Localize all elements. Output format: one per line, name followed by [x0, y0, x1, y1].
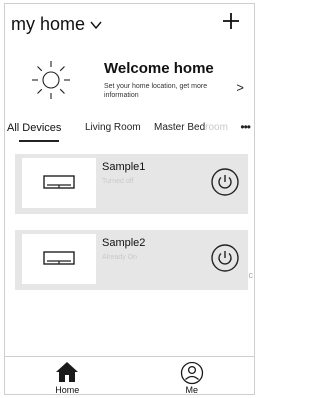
air-conditioner-icon — [43, 251, 75, 265]
device-name: Sample1 — [102, 161, 146, 173]
nav-home[interactable]: Home — [5, 360, 130, 395]
welcome-title: Welcome home — [104, 60, 214, 77]
air-conditioner-icon — [43, 175, 75, 189]
home-icon — [56, 362, 79, 382]
room-tabs: All Devices Living Room Master Bedroom •… — [5, 118, 254, 148]
tab-master-bedroom-label: Master Bed — [154, 122, 206, 133]
power-icon[interactable] — [210, 243, 240, 273]
home-title: my home — [11, 14, 86, 34]
chevron-down-icon — [90, 21, 102, 29]
bottom-nav-divider — [5, 356, 254, 357]
welcome-subtitle: Set your home location, get more informa… — [104, 83, 208, 99]
chevron-right-icon[interactable]: > — [236, 80, 244, 95]
tab-master-bedroom[interactable]: Master Bedroom — [154, 122, 228, 133]
device-name: Sample2 — [102, 237, 146, 249]
tab-active-indicator — [19, 140, 59, 142]
device-status: Already On — [102, 254, 138, 261]
sun-icon — [32, 61, 70, 99]
profile-icon — [180, 361, 203, 385]
tab-living-room[interactable]: Living Room — [85, 122, 141, 133]
tab-all-devices[interactable]: All Devices — [7, 122, 61, 134]
header: my home — [5, 4, 254, 50]
device-status: Turned off — [102, 178, 134, 185]
welcome-banner[interactable]: Welcome home Set your home location, get… — [5, 56, 254, 110]
device-card-sample1[interactable]: Sample1 Turned off — [15, 154, 248, 214]
power-icon[interactable] — [210, 167, 240, 197]
device-thumbnail — [22, 234, 96, 284]
plus-icon[interactable] — [220, 10, 242, 32]
phone-screen: my home Welcome home Set your home locat… — [4, 3, 255, 395]
device-card-sample2[interactable]: Sample2 Already On — [15, 230, 248, 290]
tab-master-bedroom-faded: room — [205, 122, 228, 133]
nav-me[interactable]: Me — [130, 360, 255, 395]
device-thumbnail — [22, 158, 96, 208]
nav-me-label: Me — [185, 385, 198, 395]
more-icon[interactable]: ••• — [240, 120, 251, 134]
home-selector[interactable]: my home — [11, 14, 103, 35]
edge-mark: c — [248, 270, 254, 280]
nav-home-label: Home — [55, 385, 80, 395]
